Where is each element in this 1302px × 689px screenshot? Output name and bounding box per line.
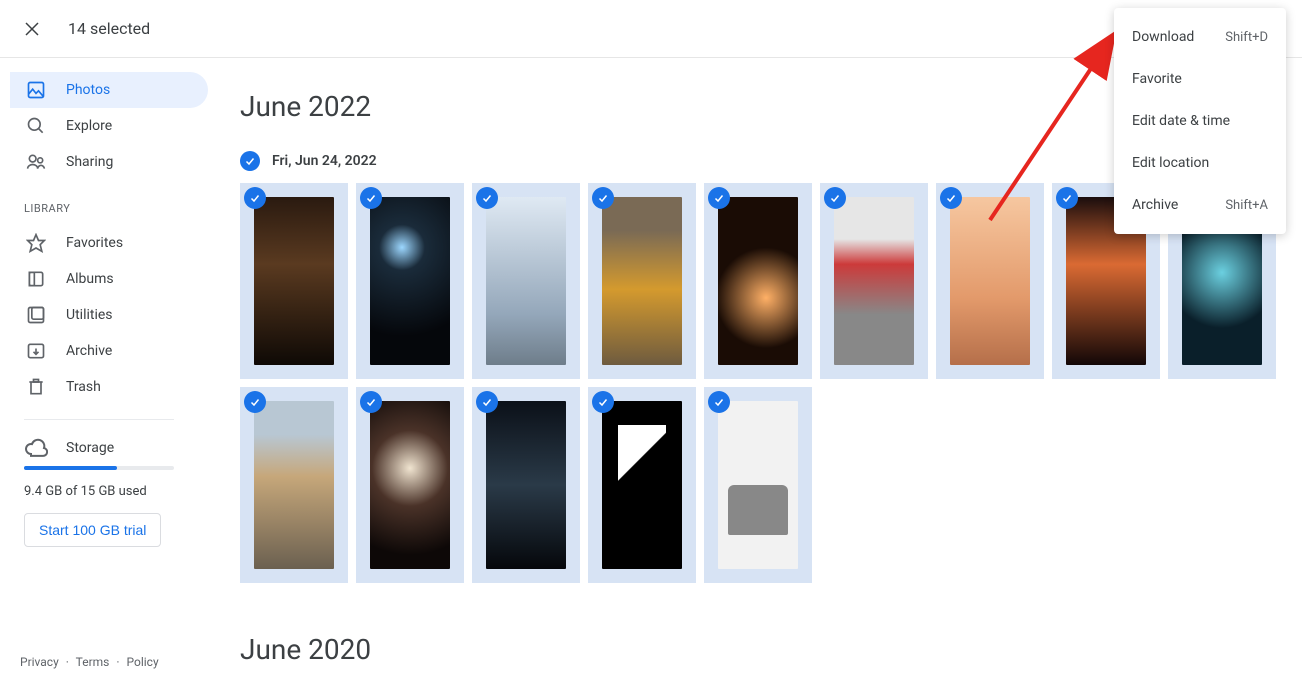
sidebar-item-label: Utilities [66, 307, 113, 323]
photo-thumbnail[interactable] [704, 183, 812, 379]
selection-check-icon[interactable] [244, 187, 266, 209]
sidebar-item-storage[interactable]: Storage [10, 420, 220, 466]
selection-check-icon[interactable] [1056, 187, 1078, 209]
photo-image [602, 401, 682, 569]
sidebar-item-explore[interactable]: Explore [10, 108, 208, 144]
selection-check-icon[interactable] [592, 187, 614, 209]
photo-thumbnail[interactable] [936, 183, 1044, 379]
utilities-icon [24, 303, 48, 327]
sidebar-item-favorites[interactable]: Favorites [10, 225, 208, 261]
photo-thumbnail[interactable] [588, 387, 696, 583]
context-menu-label: Archive [1132, 197, 1178, 213]
selection-check-icon[interactable] [476, 391, 498, 413]
image-icon [24, 78, 48, 102]
sidebar-item-label: Explore [66, 118, 112, 134]
trash-icon [24, 375, 48, 399]
sidebar-item-label: Photos [66, 82, 110, 98]
people-icon [24, 150, 48, 174]
selection-check-icon[interactable] [244, 391, 266, 413]
sidebar-item-label: Albums [66, 271, 114, 287]
close-icon[interactable] [20, 17, 44, 41]
context-menu-label: Favorite [1132, 71, 1182, 87]
photo-thumbnail[interactable] [240, 183, 348, 379]
photo-image [370, 197, 450, 365]
context-menu-item-edit-date-time[interactable]: Edit date & time [1114, 100, 1286, 142]
selection-check-icon[interactable] [824, 187, 846, 209]
policy-link[interactable]: Policy [126, 655, 158, 669]
sidebar-item-label: Sharing [66, 154, 113, 170]
context-menu-item-download[interactable]: Download Shift+D [1114, 16, 1286, 58]
sidebar-item-label: Trash [66, 379, 101, 395]
sidebar-item-label: Archive [66, 343, 112, 359]
storage-bar [24, 466, 174, 470]
photo-thumbnail[interactable] [588, 183, 696, 379]
sidebar-item-label: Storage [66, 440, 114, 456]
sidebar-item-photos[interactable]: Photos [10, 72, 208, 108]
selection-check-icon[interactable] [476, 187, 498, 209]
privacy-link[interactable]: Privacy [20, 655, 59, 669]
sidebar-item-sharing[interactable]: Sharing [10, 144, 208, 180]
photo-image [602, 197, 682, 365]
start-trial-button[interactable]: Start 100 GB trial [24, 513, 161, 547]
archive-icon [24, 339, 48, 363]
context-menu-label: Edit location [1132, 155, 1209, 171]
date-select-check-icon[interactable] [240, 151, 260, 171]
photo-image [254, 197, 334, 365]
context-menu-label: Edit date & time [1132, 113, 1230, 129]
photo-thumbnail[interactable] [356, 183, 464, 379]
photo-image [486, 197, 566, 365]
thumbnail-grid [240, 183, 1282, 583]
context-menu-shortcut: Shift+A [1225, 198, 1268, 213]
context-menu-item-favorite[interactable]: Favorite [1114, 58, 1286, 100]
photo-thumbnail[interactable] [704, 387, 812, 583]
photo-thumbnail[interactable] [472, 387, 580, 583]
photo-image [718, 197, 798, 365]
context-menu-shortcut: Shift+D [1225, 30, 1268, 45]
date-label: Fri, Jun 24, 2022 [272, 153, 377, 169]
album-icon [24, 267, 48, 291]
context-menu-label: Download [1132, 29, 1194, 45]
selection-check-icon[interactable] [708, 391, 730, 413]
selection-check-icon[interactable] [592, 391, 614, 413]
library-section-label: LIBRARY [10, 180, 220, 225]
photo-thumbnail[interactable] [356, 387, 464, 583]
star-icon [24, 231, 48, 255]
photo-image [486, 401, 566, 569]
selection-check-icon[interactable] [360, 391, 382, 413]
storage-used-text: 9.4 GB of 15 GB used [24, 484, 220, 499]
context-menu-item-archive[interactable]: Archive Shift+A [1114, 184, 1286, 226]
context-menu-item-edit-location[interactable]: Edit location [1114, 142, 1286, 184]
photo-image [834, 197, 914, 365]
sidebar-item-albums[interactable]: Albums [10, 261, 208, 297]
photo-image [950, 197, 1030, 365]
terms-link[interactable]: Terms [76, 655, 110, 669]
context-menu: Download Shift+D Favorite Edit date & time E… [1114, 8, 1286, 234]
photo-image [718, 401, 798, 569]
photo-thumbnail[interactable] [472, 183, 580, 379]
sidebar-item-label: Favorites [66, 235, 123, 251]
photo-thumbnail[interactable] [820, 183, 928, 379]
group-title: June 2020 [240, 633, 1282, 666]
photo-image [254, 401, 334, 569]
selection-count: 14 selected [68, 19, 150, 38]
footer-links: Privacy · Terms · Policy [20, 655, 159, 669]
search-icon [24, 114, 48, 138]
sidebar-item-trash[interactable]: Trash [10, 369, 208, 405]
selection-check-icon[interactable] [940, 187, 962, 209]
selection-check-icon[interactable] [708, 187, 730, 209]
photo-image [370, 401, 450, 569]
selection-check-icon[interactable] [360, 187, 382, 209]
sidebar-item-archive[interactable]: Archive [10, 333, 208, 369]
photo-thumbnail[interactable] [240, 387, 348, 583]
sidebar-item-utilities[interactable]: Utilities [10, 297, 208, 333]
selection-header: 14 selected [0, 0, 1302, 58]
cloud-icon [24, 436, 48, 460]
sidebar: Photos Explore Sharing LIBRARY Favorites… [0, 72, 220, 547]
